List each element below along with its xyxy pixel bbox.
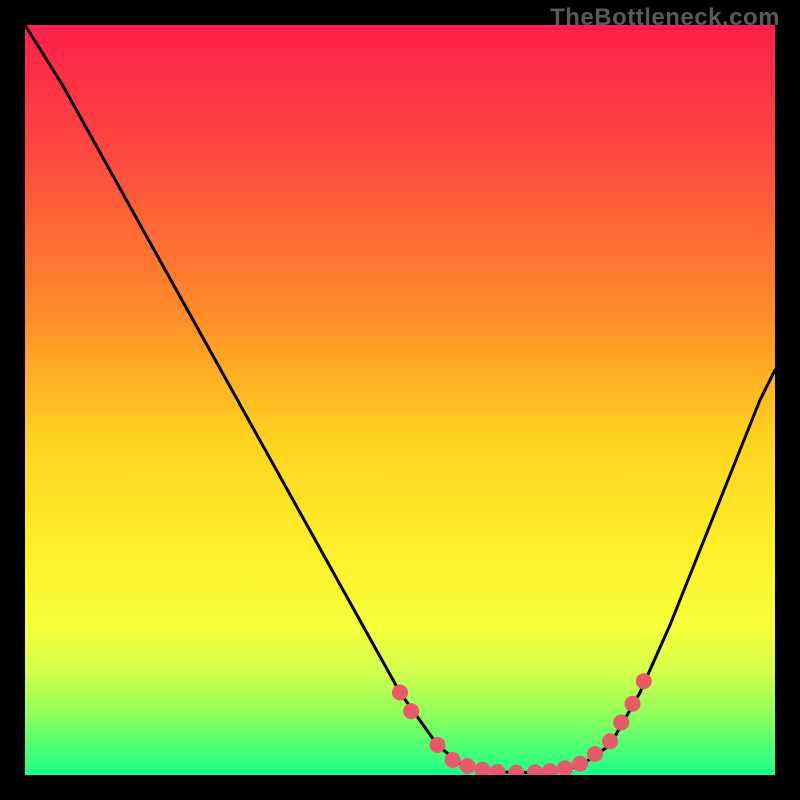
chart-frame: TheBottleneck.com bbox=[0, 0, 800, 800]
chart-svg bbox=[25, 25, 775, 775]
marker-point bbox=[445, 752, 461, 768]
marker-point bbox=[430, 737, 446, 753]
gradient-background bbox=[25, 25, 775, 775]
marker-point bbox=[587, 746, 603, 762]
plot-area bbox=[25, 25, 775, 775]
marker-point bbox=[625, 696, 641, 712]
marker-point bbox=[613, 715, 629, 731]
marker-point bbox=[460, 758, 476, 774]
marker-point bbox=[403, 703, 419, 719]
marker-point bbox=[572, 756, 588, 772]
marker-point bbox=[602, 733, 618, 749]
marker-point bbox=[636, 673, 652, 689]
marker-point bbox=[392, 685, 408, 701]
